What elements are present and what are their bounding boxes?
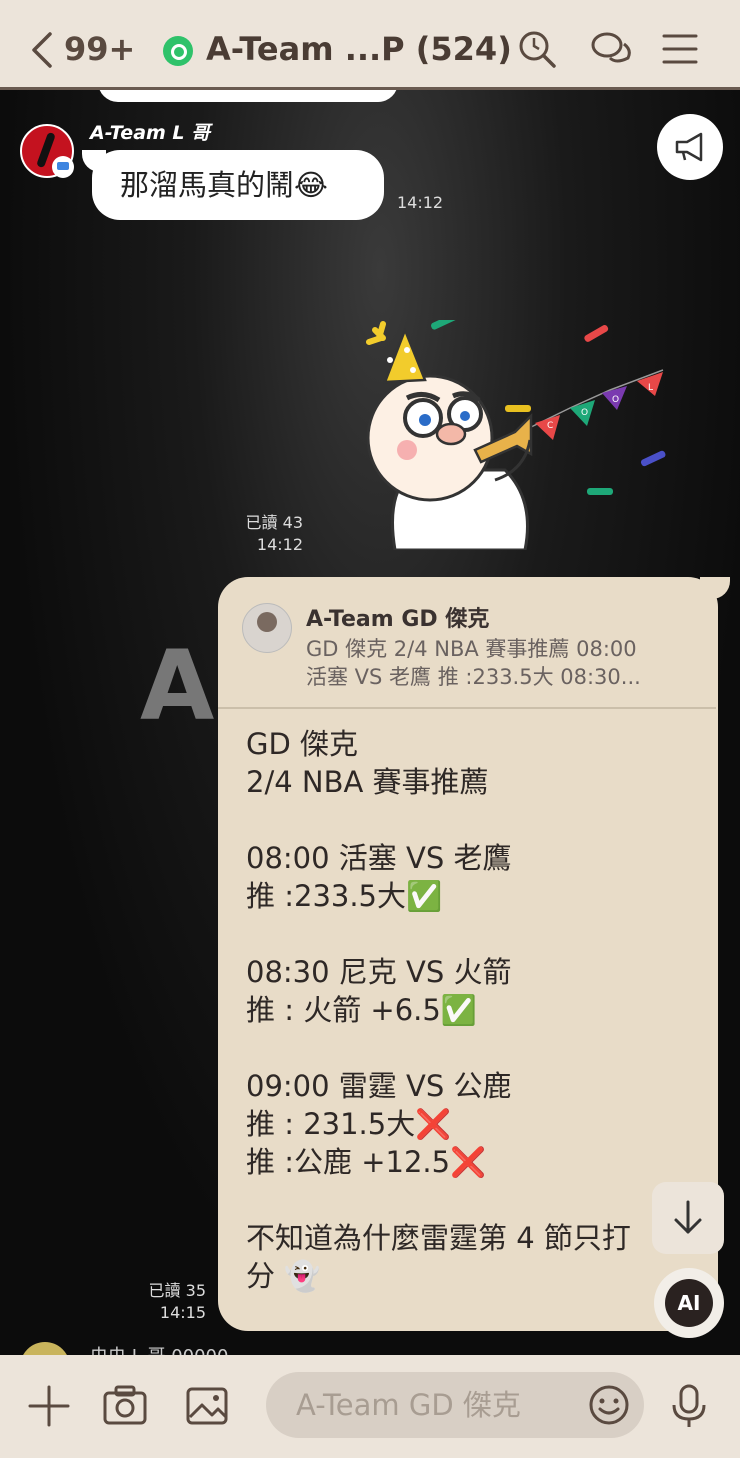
- message-line: 09:00 雷霆 VS 公鹿: [246, 1069, 512, 1103]
- composer-bar: A-Team GD 傑克: [0, 1355, 740, 1458]
- message-line: 08:30 尼克 VS 火箭: [246, 955, 512, 989]
- arrow-down-icon: [674, 1200, 702, 1234]
- quoted-avatar: [242, 603, 292, 653]
- ai-button[interactable]: AI: [654, 1268, 724, 1338]
- read-status: 已讀 43 14:12: [243, 512, 303, 556]
- message-line: [246, 1181, 631, 1219]
- chat-area[interactable]: A-Team L 哥 那溜馬真的鬧😂 14:12 C O O L 已讀 43 1…: [0, 90, 740, 1355]
- message-line: 分 👻: [246, 1259, 321, 1293]
- quoted-text-line: 活塞 VS 老鷹 推 :233.5大 08:30...: [306, 665, 641, 689]
- read-status: 已讀 35 14:15: [146, 1280, 206, 1324]
- message-input[interactable]: A-Team GD 傑克: [266, 1372, 644, 1438]
- quoted-sender: A-Team GD 傑克: [306, 607, 490, 632]
- read-count: 已讀 35: [148, 1281, 206, 1300]
- open-chat-icon: [163, 36, 193, 66]
- background-watermark: A: [140, 630, 215, 742]
- message-line: 推 :233.5大✅: [246, 879, 443, 913]
- party-sticker[interactable]: C O O L: [355, 320, 675, 550]
- chat-bubbles-icon[interactable]: [590, 28, 632, 70]
- quote-divider: [218, 707, 716, 709]
- message-line: 推 : 231.5大❌: [246, 1107, 452, 1141]
- chat-header: 99+ A-Team ...P (524): [0, 0, 740, 90]
- sender-name: 虫虫 L 哥 00000: [90, 1342, 228, 1355]
- svg-text:O: O: [612, 395, 619, 405]
- message-line: [246, 801, 631, 839]
- svg-text:O: O: [581, 408, 588, 418]
- message-line: 08:00 活塞 VS 老鷹: [246, 841, 512, 875]
- message-time: 14:12: [397, 193, 444, 212]
- message-line: [246, 915, 631, 953]
- message-time: 14:15: [159, 1303, 206, 1322]
- previous-message-stub: [98, 90, 398, 102]
- message-line: 推 : 火箭 +6.5✅: [246, 993, 477, 1027]
- message-bubble[interactable]: 那溜馬真的鬧😂: [92, 150, 384, 220]
- reply-message-bubble[interactable]: A-Team GD 傑克 GD 傑克 2/4 NBA 賽事推薦 08:00 活塞…: [218, 577, 718, 1331]
- input-placeholder: A-Team GD 傑克: [296, 1388, 521, 1422]
- megaphone-icon: [675, 132, 703, 162]
- crown-badge-icon: [52, 156, 74, 178]
- camera-icon[interactable]: [102, 1383, 148, 1429]
- image-icon[interactable]: [184, 1383, 230, 1429]
- unread-count[interactable]: 99+: [64, 30, 135, 68]
- svg-text:C: C: [547, 421, 553, 431]
- message-line: 推 :公鹿 +12.5❌: [246, 1145, 487, 1179]
- read-count: 已讀 43: [245, 513, 303, 532]
- chat-title[interactable]: A-Team ...P (524): [206, 30, 512, 68]
- microphone-icon[interactable]: [666, 1383, 712, 1429]
- back-chevron-icon[interactable]: [28, 30, 58, 70]
- emoji-icon[interactable]: [586, 1382, 632, 1428]
- plus-icon[interactable]: [26, 1383, 72, 1429]
- message-line: 2/4 NBA 賽事推薦: [246, 765, 489, 799]
- message-line: GD 傑克: [246, 727, 359, 761]
- message-time: 14:12: [256, 535, 303, 554]
- message-line: 不知道為什麼雷霆第 4 節只打: [246, 1221, 631, 1255]
- message-line: [246, 1029, 631, 1067]
- message-body: GD 傑克 2/4 NBA 賽事推薦 08:00 活塞 VS 老鷹 推 :233…: [246, 725, 631, 1295]
- quoted-text-line: GD 傑克 2/4 NBA 賽事推薦 08:00: [306, 637, 637, 661]
- search-icon[interactable]: [516, 28, 558, 70]
- svg-text:L: L: [648, 383, 653, 393]
- announcement-button[interactable]: [657, 114, 723, 180]
- sender-name: A-Team L 哥: [90, 122, 211, 144]
- avatar[interactable]: [20, 1342, 70, 1355]
- ai-label: AI: [665, 1279, 713, 1327]
- menu-icon[interactable]: [660, 28, 702, 70]
- scroll-to-bottom-button[interactable]: [652, 1182, 724, 1254]
